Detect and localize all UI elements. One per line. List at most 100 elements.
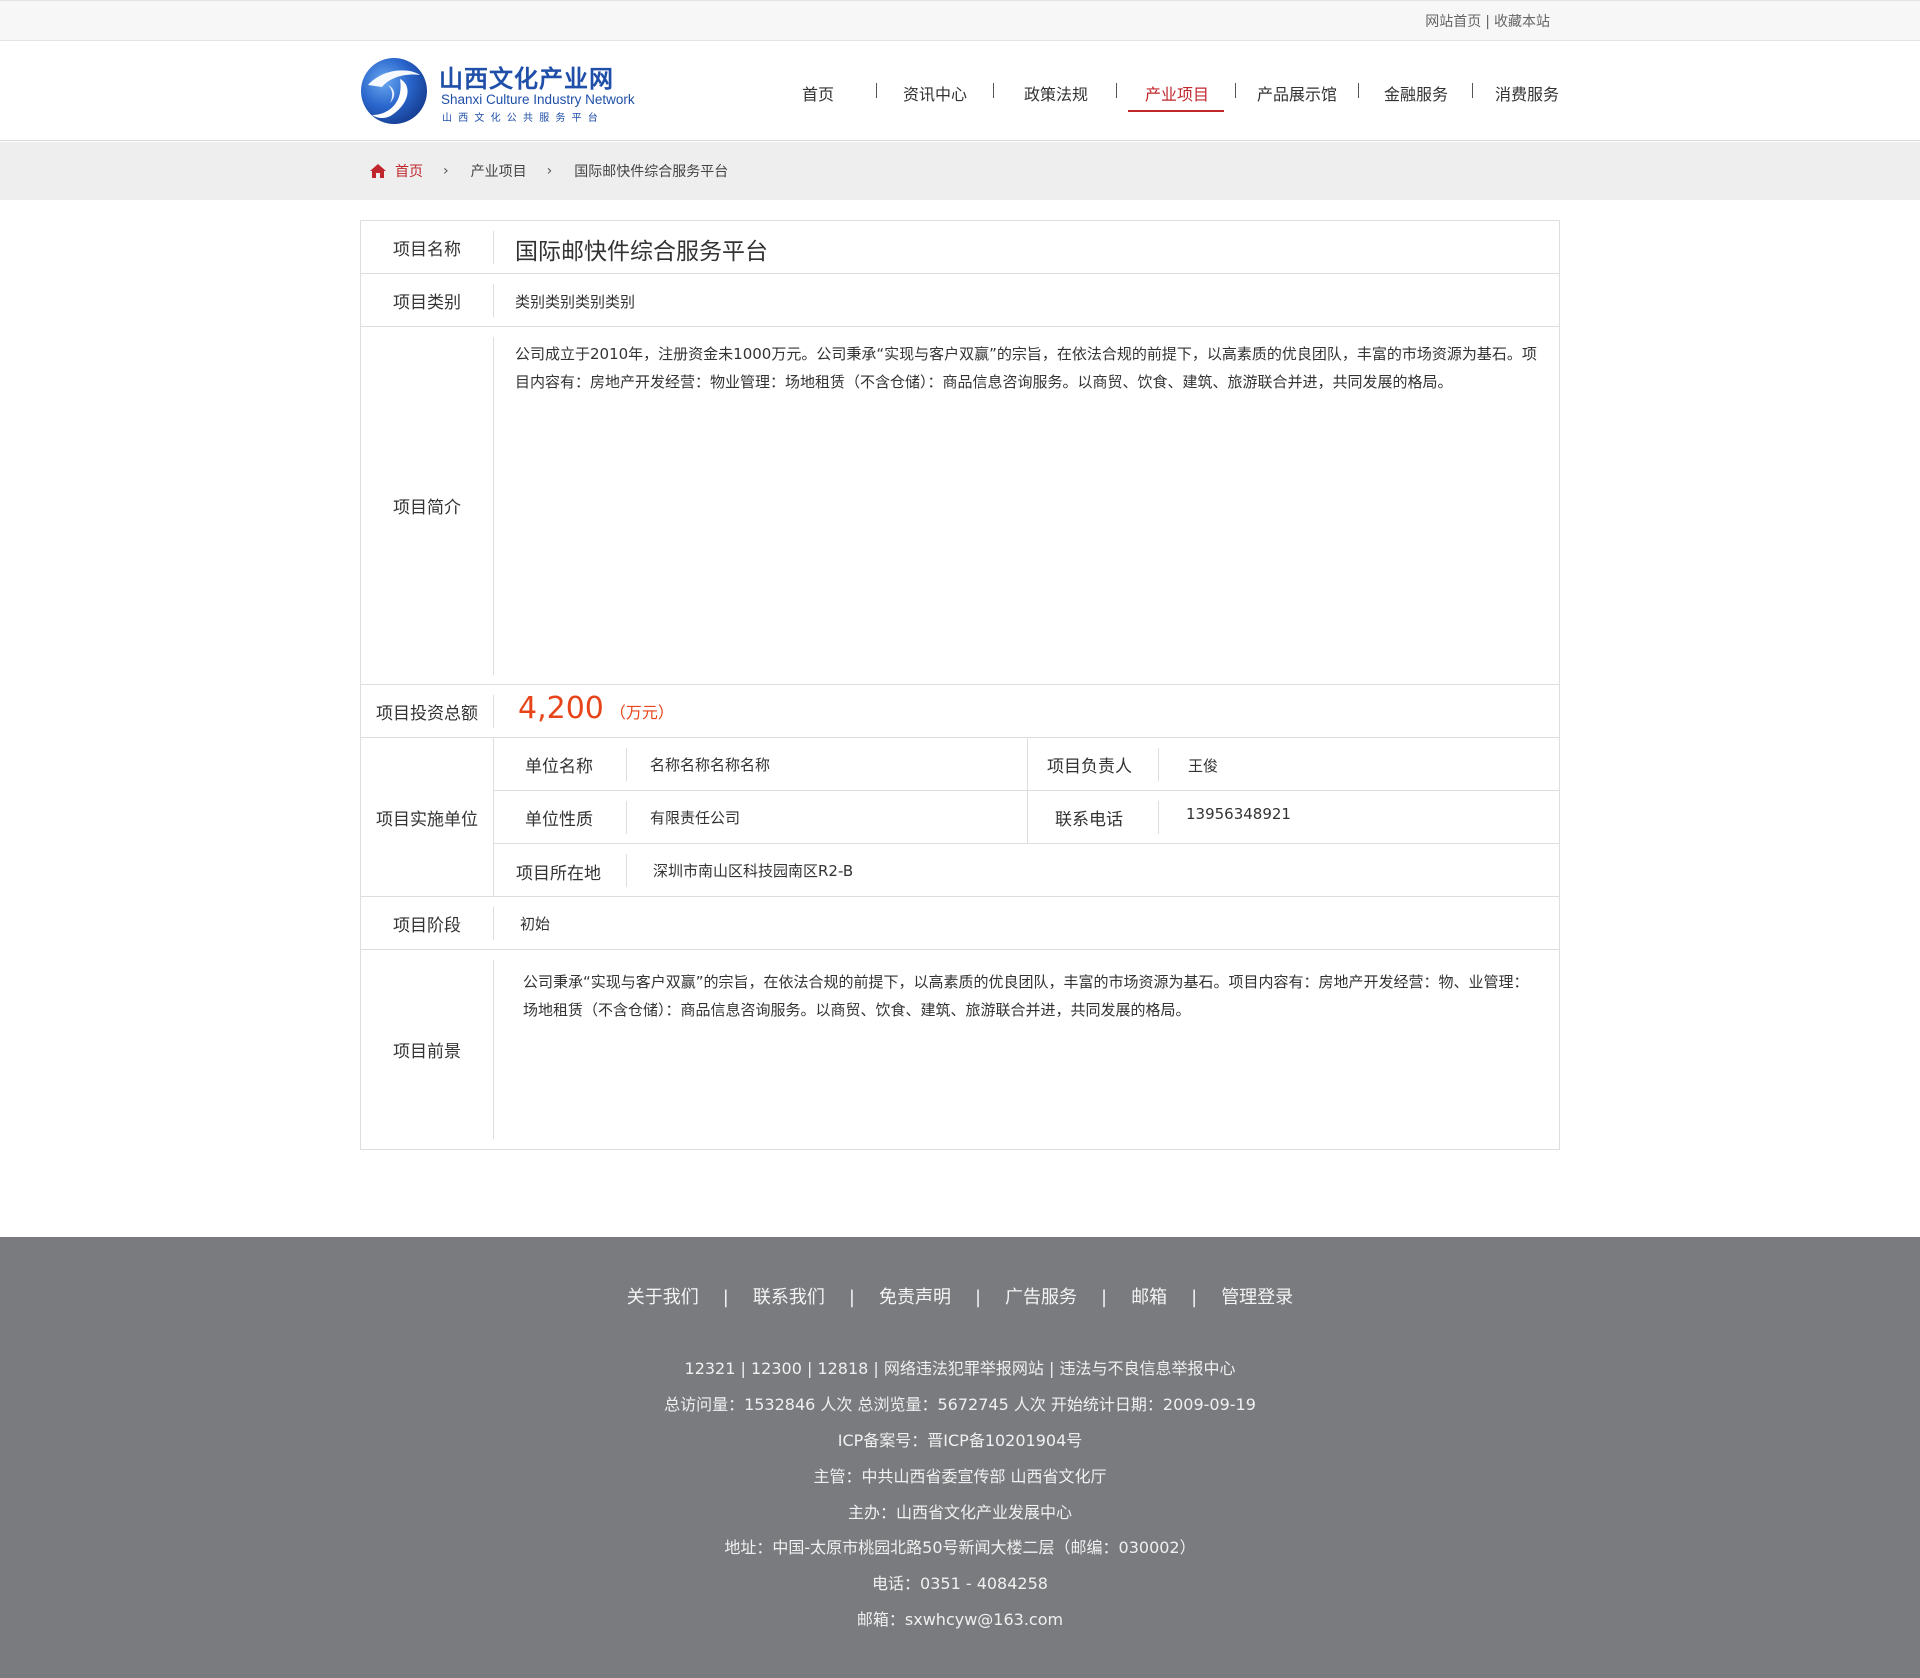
project-prospect-text: 公司秉承“实现与客户双赢”的宗旨，在依法合规的前提下，以高素质的优良团队，丰富的… (523, 973, 1529, 1019)
footer-report-links: 12321 | 12300 | 12818 | 网络违法犯罪举报网站 | 违法与… (684, 1359, 1236, 1378)
footer-link-disclaimer[interactable]: 免责声明 (879, 1287, 951, 1308)
row-project-prospect: 项目前景 公司秉承“实现与客户双赢”的宗旨，在依法合规的前提下，以高素质的优良团… (361, 950, 1559, 1149)
logo-english-name: Shanxi Culture Industry Network (441, 92, 635, 107)
divider (493, 231, 494, 264)
row-implementing-unit: 项目实施单位 单位名称 名称名称名称名称 项目负责人 王俊 单位性质 有限责任公… (361, 738, 1559, 897)
footer-link-mailbox[interactable]: 邮箱 (1131, 1287, 1167, 1308)
breadcrumb-current: 国际邮快件综合服务平台 (574, 164, 729, 180)
footer-address: 地址：中国-太原市桃园北路50号新闻大楼二层（邮编：030002） (724, 1538, 1196, 1557)
logo-swirl-icon (361, 58, 427, 124)
site-header: 山西文化产业网 Shanxi Culture Industry Network … (0, 41, 1920, 141)
divider (493, 337, 494, 675)
divider (626, 801, 627, 834)
nav-separator (993, 83, 994, 98)
footer-separator: | (848, 1287, 855, 1308)
label-unit-name: 单位名称 (525, 757, 593, 777)
breadcrumb-home[interactable]: 首页 (395, 161, 423, 181)
logo-chinese-name: 山西文化产业网 (439, 64, 614, 93)
footer-icp: ICP备案号：晋ICP备10201904号 (837, 1431, 1083, 1450)
divider (493, 284, 494, 317)
breadcrumb-industry-projects[interactable]: 产业项目 (471, 161, 527, 181)
bookmark-link[interactable]: 收藏本站 (1494, 14, 1550, 30)
investment-value: 4,200 (518, 691, 604, 726)
label-project-category: 项目类别 (393, 292, 461, 313)
row-project-intro: 项目简介 公司成立于2010年，注册资金未1000万元。公司秉承“实现与客户双赢… (361, 327, 1559, 685)
footer-email: 邮箱：sxwhcyw@163.com (856, 1610, 1064, 1629)
footer-phone: 电话：0351 - 4084258 (872, 1574, 1048, 1593)
label-project-location: 项目所在地 (516, 864, 601, 884)
unit-name: 名称名称名称名称 (650, 756, 771, 774)
nav-separator (1358, 83, 1359, 98)
nav-item-home[interactable]: 首页 (802, 81, 834, 105)
nav-item-product-hall[interactable]: 产品展示馆 (1257, 81, 1337, 105)
label-project-intro: 项目简介 (393, 498, 461, 518)
footer-link-ads[interactable]: 广告服务 (1005, 1287, 1077, 1308)
divider (493, 907, 494, 940)
divider (1158, 748, 1159, 781)
nav-separator (1235, 83, 1236, 98)
nav-separator (1472, 83, 1473, 98)
divider (493, 960, 494, 1139)
nav-active-underline (1128, 110, 1224, 112)
site-footer: 关于我们 | 联系我们 | 免责声明 | 广告服务 | 邮箱 | 管理登录 12321 | 1230… (0, 1237, 1920, 1678)
footer-separator: | (722, 1287, 729, 1308)
top-utility-bar: 网站首页 | 收藏本站 (0, 0, 1920, 41)
divider (1158, 801, 1159, 834)
top-links-separator: | (1485, 14, 1490, 30)
nav-item-industry-projects[interactable]: 产业项目 (1145, 81, 1209, 105)
label-project-name: 项目名称 (393, 239, 461, 260)
investment-amount: 4,200 （万元） (518, 691, 674, 726)
breadcrumb-bar: 首页 › 产业项目 › 国际邮快件综合服务平台 (0, 142, 1920, 200)
label-project-prospect: 项目前景 (393, 1042, 461, 1062)
contact-phone: 13956348921 (1186, 805, 1291, 823)
project-location: 深圳市南山区科技园南区R2-B (653, 862, 854, 880)
home-icon (370, 164, 386, 178)
divider (493, 738, 494, 897)
label-investment: 项目投资总额 (376, 703, 478, 724)
nav-separator (1116, 83, 1117, 98)
site-logo[interactable]: 山西文化产业网 Shanxi Culture Industry Network … (359, 53, 635, 129)
footer-separator: | (974, 1287, 982, 1308)
row-investment: 项目投资总额 4,200 （万元） (361, 685, 1559, 738)
row-project-name: 项目名称 国际邮快件综合服务平台 (361, 221, 1559, 274)
label-project-leader: 项目负责人 (1047, 757, 1132, 777)
divider (493, 695, 494, 728)
unit-nature: 有限责任公司 (650, 809, 741, 827)
sub-col-divider (1027, 738, 1028, 843)
nav-separator (876, 83, 877, 98)
footer-supervisor: 主管：中共山西省委宣传部 山西省文化厅 (813, 1467, 1107, 1486)
footer-link-admin-login[interactable]: 管理登录 (1221, 1287, 1293, 1308)
footer-nav: 关于我们 | 联系我们 | 免责声明 | 广告服务 | 邮箱 | 管理登录 (0, 1283, 1920, 1309)
footer-link-contact[interactable]: 联系我们 (753, 1287, 825, 1308)
project-detail-table: 项目名称 国际邮快件综合服务平台 项目类别 类别类别类别类别 项目简介 公司成立… (360, 220, 1560, 1150)
label-implementing-unit: 项目实施单位 (376, 809, 478, 830)
footer-separator: | (1101, 1287, 1108, 1308)
project-stage: 初始 (520, 915, 551, 933)
breadcrumb: 首页 › 产业项目 › 国际邮快件综合服务平台 (369, 161, 728, 181)
footer-link-about[interactable]: 关于我们 (627, 1287, 699, 1308)
footer-organizer: 主办：山西省文化产业发展中心 (847, 1503, 1072, 1522)
nav-item-policy[interactable]: 政策法规 (1024, 81, 1088, 105)
breadcrumb-chevron-icon: › (443, 163, 449, 179)
project-category: 类别类别类别类别 (515, 293, 636, 311)
breadcrumb-chevron-icon: › (546, 163, 553, 179)
nav-item-news[interactable]: 资讯中心 (903, 81, 967, 105)
logo-subtitle: 山西文化公共服务平台 (442, 113, 604, 124)
label-project-stage: 项目阶段 (393, 915, 461, 936)
project-name: 国际邮快件综合服务平台 (515, 239, 768, 265)
divider (626, 748, 627, 781)
row-project-stage: 项目阶段 初始 (361, 897, 1559, 950)
site-home-link[interactable]: 网站首页 (1425, 14, 1481, 30)
sub-row-divider (494, 843, 1559, 844)
footer-separator: | (1191, 1287, 1198, 1308)
footer-visit-stats: 总访问量：1532846 人次 总浏览量：5672745 人次 开始统计日期：2… (664, 1395, 1256, 1414)
top-links: 网站首页 | 收藏本站 (1425, 11, 1550, 31)
investment-unit: （万元） (609, 703, 674, 722)
row-project-category: 项目类别 类别类别类别类别 (361, 274, 1559, 327)
nav-item-finance[interactable]: 金融服务 (1384, 81, 1448, 105)
project-intro-text: 公司成立于2010年，注册资金未1000万元。公司秉承“实现与客户双赢”的宗旨，… (515, 345, 1537, 391)
label-contact-phone: 联系电话 (1055, 810, 1123, 830)
project-leader: 王俊 (1188, 757, 1219, 775)
label-unit-nature: 单位性质 (525, 810, 593, 830)
nav-item-consumer[interactable]: 消费服务 (1495, 81, 1559, 105)
